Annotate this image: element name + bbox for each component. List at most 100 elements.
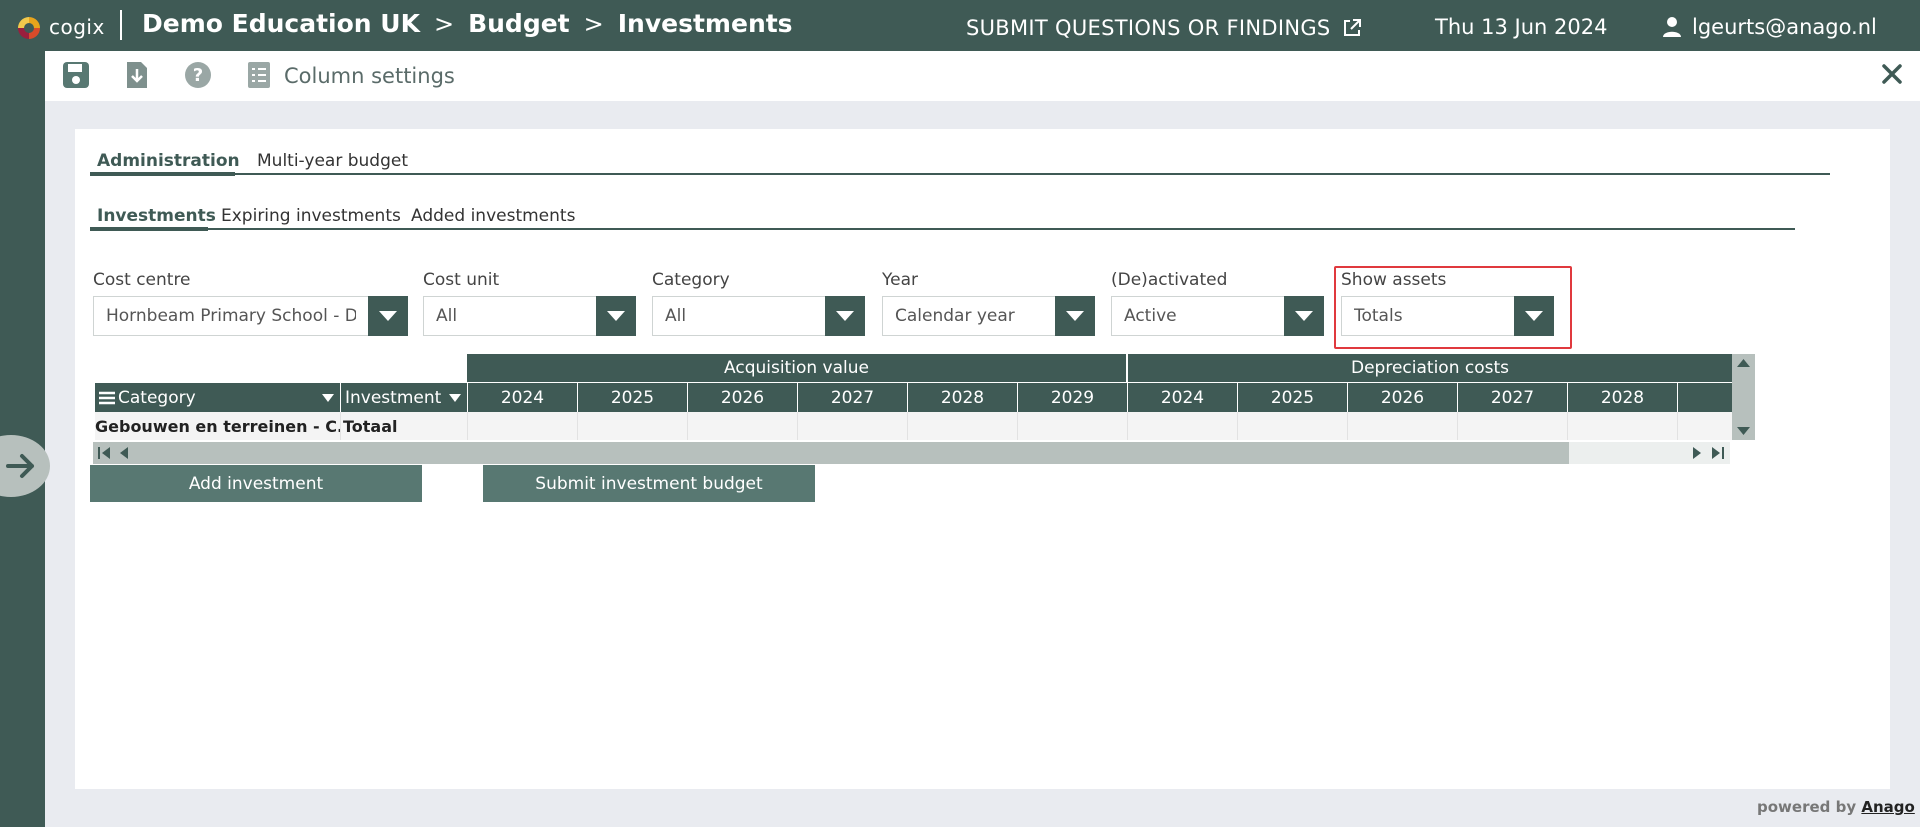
tab-added-investments[interactable]: Added investments bbox=[411, 206, 575, 226]
cell-value[interactable] bbox=[687, 412, 797, 440]
cell-value[interactable] bbox=[907, 412, 1017, 440]
save-icon[interactable] bbox=[61, 60, 91, 90]
breadcrumb: Demo Education UK > Budget > Investments bbox=[142, 9, 793, 38]
cell-value[interactable] bbox=[1567, 412, 1677, 440]
help-icon[interactable]: ? bbox=[183, 60, 213, 90]
chevron-down-icon bbox=[607, 311, 625, 321]
sort-down-icon[interactable] bbox=[322, 394, 334, 402]
col-header-label: Category bbox=[118, 387, 196, 408]
cell-value[interactable] bbox=[577, 412, 687, 440]
col-header-acq-2025[interactable]: 2025 bbox=[577, 383, 687, 412]
add-investment-button[interactable]: Add investment bbox=[90, 465, 422, 502]
scroll-last-icon[interactable] bbox=[1709, 446, 1725, 460]
scrollbar-thumb[interactable] bbox=[93, 442, 1569, 464]
col-header-label: Investment bbox=[345, 387, 442, 408]
chevron-down-icon bbox=[379, 311, 397, 321]
col-header-dep-2026[interactable]: 2026 bbox=[1347, 383, 1457, 412]
scroll-down-icon[interactable] bbox=[1732, 424, 1755, 438]
sort-down-icon[interactable] bbox=[449, 394, 461, 402]
cell-value[interactable] bbox=[1127, 412, 1237, 440]
col-header-category[interactable]: Category bbox=[95, 383, 340, 412]
select-value: Hornbeam Primary School - De bbox=[106, 306, 356, 326]
cell-investment[interactable]: Totaal bbox=[340, 412, 467, 440]
investments-grid: Acquisition value Depreciation costs Cat… bbox=[93, 354, 1755, 469]
col-header-investment[interactable]: Investment bbox=[340, 383, 467, 412]
col-header-acq-2028[interactable]: 2028 bbox=[907, 383, 1017, 412]
dropdown-button[interactable] bbox=[1284, 296, 1324, 336]
year-select[interactable]: Calendar year bbox=[882, 296, 1095, 336]
column-settings-label[interactable]: Column settings bbox=[284, 64, 455, 88]
col-header-dep-2024[interactable]: 2024 bbox=[1127, 383, 1237, 412]
col-header-dep-2025[interactable]: 2025 bbox=[1237, 383, 1347, 412]
dropdown-button[interactable] bbox=[596, 296, 636, 336]
cost-unit-select[interactable]: All bbox=[423, 296, 636, 336]
cost-centre-select[interactable]: Hornbeam Primary School - De bbox=[93, 296, 408, 336]
breadcrumb-item-organisation[interactable]: Demo Education UK bbox=[142, 9, 420, 38]
column-settings-icon[interactable] bbox=[244, 60, 274, 90]
breadcrumb-item-budget[interactable]: Budget bbox=[468, 9, 570, 38]
cell-value[interactable] bbox=[1457, 412, 1567, 440]
user-menu[interactable]: lgeurts@anago.nl bbox=[1662, 15, 1877, 39]
select-value: Calendar year bbox=[895, 306, 1015, 326]
dropdown-button[interactable] bbox=[1055, 296, 1095, 336]
category-select[interactable]: All bbox=[652, 296, 865, 336]
cell-value[interactable] bbox=[1237, 412, 1347, 440]
deactivated-select[interactable]: Active bbox=[1111, 296, 1324, 336]
col-header-acq-2029[interactable]: 2029 bbox=[1017, 383, 1127, 412]
col-header-dep-2027[interactable]: 2027 bbox=[1457, 383, 1567, 412]
tab-multi-year-budget[interactable]: Multi-year budget bbox=[257, 151, 408, 171]
scroll-up-icon[interactable] bbox=[1732, 356, 1755, 370]
cell-value[interactable] bbox=[797, 412, 907, 440]
col-header-acq-2026[interactable]: 2026 bbox=[687, 383, 797, 412]
download-icon[interactable] bbox=[122, 60, 152, 90]
col-header-acq-2027[interactable]: 2027 bbox=[797, 383, 907, 412]
select-value: All bbox=[436, 306, 458, 326]
dropdown-button[interactable] bbox=[368, 296, 408, 336]
filter-label: Year bbox=[882, 270, 918, 290]
close-icon[interactable] bbox=[1877, 59, 1907, 89]
submit-questions-label: SUBMIT QUESTIONS OR FINDINGS bbox=[966, 16, 1331, 40]
vertical-scrollbar[interactable] bbox=[1732, 354, 1755, 440]
main-panel: Administration Multi-year budget Investm… bbox=[75, 129, 1890, 789]
secondary-tabs: Investments Expiring investments Added i… bbox=[90, 206, 1795, 231]
chevron-down-icon bbox=[1295, 311, 1313, 321]
active-tab-underline bbox=[90, 172, 235, 176]
user-email: lgeurts@anago.nl bbox=[1692, 15, 1877, 39]
scroll-left-icon[interactable] bbox=[117, 446, 131, 460]
menu-icon[interactable] bbox=[99, 391, 115, 405]
tab-expiring-investments[interactable]: Expiring investments bbox=[221, 206, 401, 226]
chevron-down-icon bbox=[1066, 311, 1084, 321]
filter-label: Cost unit bbox=[423, 270, 500, 290]
filter-cost-centre: Cost centre Hornbeam Primary School - De bbox=[93, 270, 408, 336]
user-icon bbox=[1663, 17, 1681, 37]
cell-value[interactable] bbox=[467, 412, 577, 440]
cell-category[interactable]: Gebouwen en terreinen - C... bbox=[95, 412, 340, 440]
anago-link[interactable]: Anago bbox=[1861, 798, 1914, 816]
filter-deactivated: (De)activated Active bbox=[1111, 270, 1324, 336]
submit-investment-budget-button[interactable]: Submit investment budget bbox=[483, 465, 815, 502]
tab-administration[interactable]: Administration bbox=[97, 151, 240, 171]
filter-year: Year Calendar year bbox=[882, 270, 1095, 336]
filter-label: Cost centre bbox=[93, 270, 191, 290]
active-tab-underline bbox=[90, 227, 208, 231]
col-header-acq-2024[interactable]: 2024 bbox=[467, 383, 577, 412]
top-bar: cogix Demo Education UK > Budget > Inves… bbox=[0, 0, 1920, 51]
submit-questions-link[interactable]: SUBMIT QUESTIONS OR FINDINGS bbox=[966, 16, 1363, 40]
scroll-first-icon[interactable] bbox=[97, 446, 113, 460]
cell-value[interactable] bbox=[1017, 412, 1127, 440]
col-header-dep-2028[interactable]: 2028 bbox=[1567, 383, 1677, 412]
cell-value[interactable] bbox=[1677, 412, 1732, 440]
header-divider bbox=[120, 10, 122, 40]
breadcrumb-separator: > bbox=[583, 9, 604, 38]
expand-sidebar-button[interactable] bbox=[0, 435, 50, 497]
breadcrumb-item-investments: Investments bbox=[617, 9, 793, 38]
scroll-right-icon[interactable] bbox=[1690, 446, 1704, 460]
cogix-logo-icon bbox=[18, 17, 40, 39]
toolbar: ? Column settings bbox=[45, 51, 1920, 101]
cell-value[interactable] bbox=[1347, 412, 1457, 440]
select-value: All bbox=[665, 306, 687, 326]
powered-by-label: powered by bbox=[1757, 798, 1857, 816]
tab-investments[interactable]: Investments bbox=[97, 206, 216, 226]
horizontal-scrollbar[interactable] bbox=[93, 442, 1730, 464]
dropdown-button[interactable] bbox=[825, 296, 865, 336]
